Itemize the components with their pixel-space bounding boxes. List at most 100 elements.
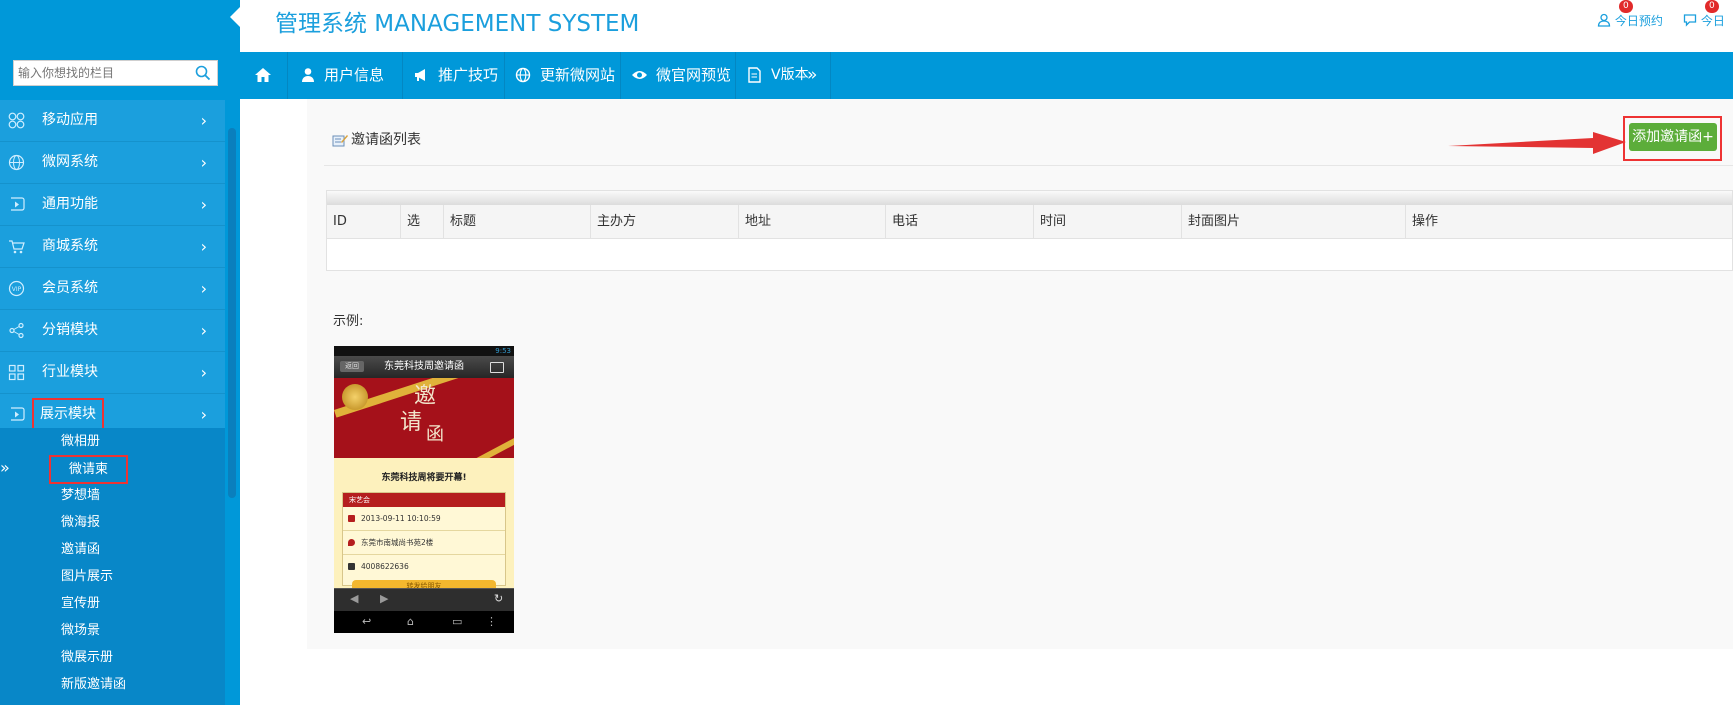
phone-row-phone: 4008622636	[343, 555, 505, 578]
list-title-label: 邀请函列表	[351, 132, 421, 148]
nav-more-icon[interactable]: »	[807, 52, 817, 99]
add-invitation-button[interactable]: 添加邀请函+	[1629, 123, 1717, 151]
example-label: 示例:	[333, 314, 364, 329]
submenu-item-label: 微请柬	[49, 455, 129, 484]
today-appointments-link[interactable]: 0 今日预约	[1597, 0, 1663, 29]
calligraphy-char: 请	[400, 410, 423, 435]
sidebar-item-mall[interactable]: 商城系统 ›	[0, 226, 225, 268]
list-title: 邀请函列表	[332, 129, 421, 149]
nav-promotion-tips[interactable]: 推广技巧	[402, 52, 505, 99]
chevron-right-icon: ›	[200, 321, 207, 340]
sidebar-item-label: 会员系统	[42, 280, 98, 296]
example-phone-screenshot: 9:53 返回 东莞科技周邀请函 邀 请 函 东莞科技周将要开幕! 宋艺会 20…	[334, 346, 514, 633]
sidebar-item-common-functions[interactable]: 通用功能 ›	[0, 184, 225, 226]
submenu-item-label: 新版邀请函	[61, 677, 127, 692]
refresh-icon: ↻	[494, 592, 504, 605]
submenu-item-label: 图片展示	[61, 569, 114, 584]
submenu-item-album[interactable]: 微相册	[0, 428, 225, 455]
nav-home[interactable]	[240, 52, 288, 99]
chat-icon	[1683, 14, 1697, 27]
submenu-item-image-display[interactable]: 图片展示	[0, 563, 225, 590]
submenu-item-dream-wall[interactable]: 梦想墙	[0, 482, 225, 509]
invitation-table: ID 选 标题 主办方 地址 电话 时间 封面图片 操作	[326, 190, 1733, 271]
main-content: 邀请函列表 添加邀请函+ ID 选 标题 主办方 地址 电话 时间 封面图片 操…	[240, 99, 1733, 705]
sidebar-scrollbar[interactable]	[228, 128, 236, 498]
submenu-item-new-invitation[interactable]: 新版邀请函	[0, 671, 225, 698]
share-icon	[490, 362, 504, 373]
phone-title-bar: 返回 东莞科技周邀请函	[334, 356, 514, 378]
phone-title: 东莞科技周邀请函	[384, 361, 464, 372]
column-header-actions: 操作	[1412, 214, 1439, 229]
apps-icon	[8, 112, 25, 129]
submenu-item-label: 邀请函	[61, 542, 101, 557]
sidebar-item-industry[interactable]: 行业模块 ›	[0, 352, 225, 394]
sidebar-item-distribution[interactable]: 分销模块 ›	[0, 310, 225, 352]
submenu-item-poster[interactable]: 微海报	[0, 509, 225, 536]
sidebar-item-label: 微网系统	[42, 154, 98, 170]
menu-icon: ⋮	[486, 615, 497, 628]
submenu-item-label: 微相册	[61, 434, 101, 449]
phone-card-caption: 宋艺会	[343, 493, 505, 507]
top-nav: 用户信息 推广技巧 更新微网站 微官网预览 V版本 »	[240, 52, 1733, 99]
nav-item-label: 微官网预览	[656, 66, 732, 84]
chevron-right-icon: ›	[200, 237, 207, 256]
brand-title: 管理系统 MANAGEMENT SYSTEM	[275, 11, 640, 37]
submenu-item-micro-scene[interactable]: 微场景	[0, 617, 225, 644]
sidebar-item-label: 行业模块	[42, 364, 98, 380]
globe-icon	[515, 67, 531, 83]
collapse-sidebar-icon[interactable]: »	[0, 458, 10, 477]
chevron-right-icon: ›	[200, 111, 207, 130]
nav-update-site[interactable]: 更新微网站	[504, 52, 621, 99]
globe-icon	[8, 154, 25, 171]
phone-info-card: 宋艺会 2013-09-11 10:10:59 东莞市南城尚书苑2楼 40086…	[342, 492, 506, 586]
submenu-item-invitation[interactable]: 邀请函	[0, 536, 225, 563]
phone-banner: 邀 请 函	[334, 378, 514, 458]
sidebar-item-label: 分销模块	[42, 322, 98, 338]
chevron-right-icon: ›	[200, 279, 207, 298]
submenu-item-invitation-card[interactable]: 微请柬	[0, 455, 225, 484]
phone-back-button: 返回	[340, 361, 364, 372]
phone-browser-bar: ◀ ▶ ↻	[334, 588, 514, 611]
today-messages-link[interactable]: 0 今日	[1683, 0, 1725, 29]
cart-icon	[9, 240, 25, 254]
column-header-cover: 封面图片	[1182, 205, 1406, 238]
nav-user-info[interactable]: 用户信息	[287, 52, 403, 99]
sidebar-item-label: 通用功能	[42, 196, 98, 212]
sidebar-item-mobile-apps[interactable]: 移动应用 ›	[0, 100, 225, 142]
svg-text:VIP: VIP	[12, 286, 22, 293]
home-icon	[255, 68, 271, 82]
search-icon[interactable]	[195, 65, 211, 81]
share-icon	[9, 322, 24, 339]
back-arrow-icon: ◀	[350, 592, 359, 605]
submenu-item-display-book[interactable]: 微展示册	[0, 644, 225, 671]
sidebar-item-members[interactable]: VIP 会员系统 ›	[0, 268, 225, 310]
nav-site-preview[interactable]: 微官网预览	[620, 52, 736, 99]
phone-nav-bar: ↩ ⌂ ▭ ⋮	[334, 611, 514, 633]
doc-icon	[748, 67, 761, 83]
grid-icon	[8, 364, 25, 381]
ribbon-decoration	[454, 423, 514, 458]
recent-apps-icon: ▭	[452, 615, 463, 628]
submenu-item-label: 微展示册	[61, 650, 114, 665]
sidebar-item-micro-web[interactable]: 微网系统 ›	[0, 142, 225, 184]
content-panel: 邀请函列表 添加邀请函+ ID 选 标题 主办方 地址 电话 时间 封面图片 操…	[307, 99, 1733, 649]
nav-version[interactable]: V版本 »	[735, 52, 831, 99]
divider	[324, 165, 1733, 166]
phone-status-time: 9:53	[495, 347, 511, 355]
column-header-id: ID	[327, 205, 401, 238]
calligraphy-char: 邀	[414, 384, 437, 409]
search-input[interactable]	[14, 61, 188, 85]
sidebar-menu: 移动应用 › 微网系统 › 通用功能 › 商城系统 › VIP 会员系统 › 分…	[0, 100, 225, 436]
megaphone-icon	[415, 69, 425, 81]
submenu-item-label: 微海报	[61, 515, 101, 530]
chevron-right-icon: ›	[200, 363, 207, 382]
column-header-phone: 电话	[886, 205, 1034, 238]
header-link-label: 今日	[1700, 14, 1725, 28]
submenu-item-brochure[interactable]: 宣传册	[0, 590, 225, 617]
phone-row-text: 2013-09-11 10:10:59	[361, 514, 441, 523]
table-toolbar-strip	[327, 191, 1732, 205]
notification-badge: 0	[1705, 0, 1719, 13]
play-icon	[11, 197, 25, 211]
column-header-time: 时间	[1034, 205, 1182, 238]
location-icon	[348, 539, 355, 546]
